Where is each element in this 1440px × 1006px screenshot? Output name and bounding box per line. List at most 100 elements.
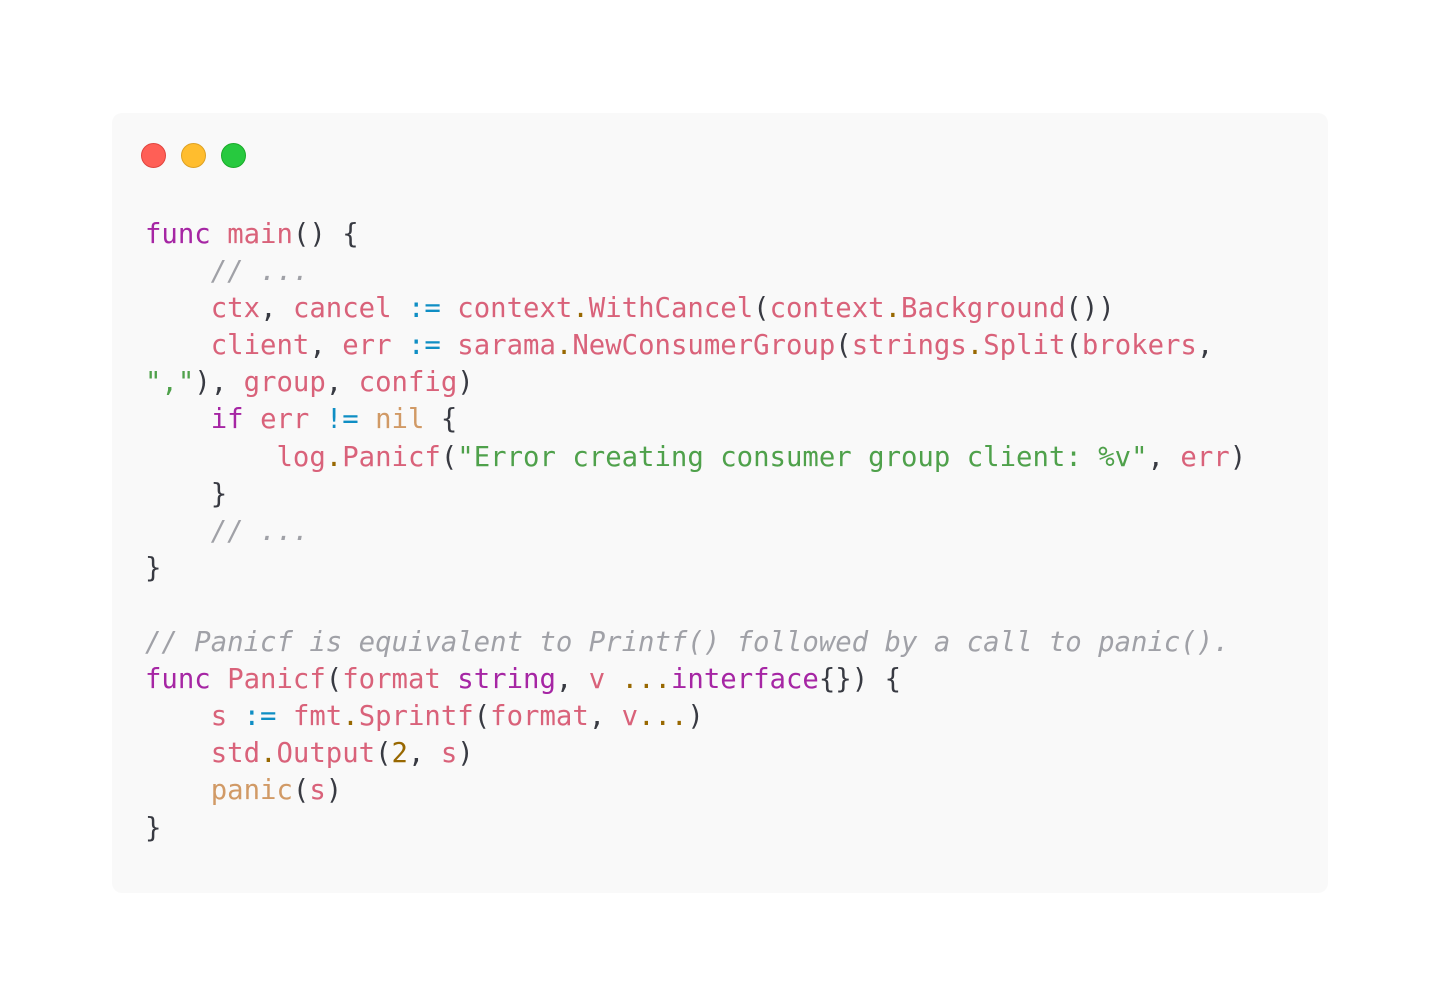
code-token: (: [375, 738, 392, 770]
code-token: ,: [407, 738, 441, 770]
code-token: v: [621, 701, 639, 733]
code-token: .: [260, 738, 277, 770]
code-token: ",": [145, 367, 195, 399]
code-token: func: [145, 664, 211, 696]
minimize-dot-icon[interactable]: [181, 143, 206, 168]
code-token: {}) {: [818, 664, 902, 696]
code-token: :=: [407, 293, 441, 325]
code-line: ","), group, config): [145, 364, 1305, 401]
code-token: .: [555, 330, 573, 362]
code-token: client: [210, 330, 310, 362]
code-token: () {: [292, 219, 359, 250]
code-line: // ...: [145, 253, 1305, 290]
code-token: brokers: [1081, 330, 1197, 362]
code-token: {: [424, 404, 458, 436]
code-token: WithCancel: [588, 293, 754, 325]
code-token: main: [227, 219, 293, 250]
code-token: ,: [309, 330, 343, 362]
code-block: func main() { // ... ctx, cancel := cont…: [145, 216, 1305, 847]
code-token: (: [1065, 330, 1082, 362]
code-token: interface: [670, 664, 819, 696]
code-token: strings: [851, 330, 967, 362]
code-line: ctx, cancel := context.WithCancel(contex…: [145, 290, 1305, 327]
code-token: }: [145, 478, 228, 510]
code-token: .: [966, 330, 984, 362]
code-token: .: [325, 441, 343, 473]
maximize-dot-icon[interactable]: [221, 143, 246, 168]
code-token: context: [769, 293, 885, 325]
code-token: "Error creating consumer group client: %…: [457, 441, 1148, 473]
code-token: err: [342, 330, 392, 362]
code-token: ): [687, 701, 704, 733]
code-token: if: [210, 404, 244, 436]
code-line: // Panicf is equivalent to Printf() foll…: [145, 624, 1305, 661]
code-token: :=: [407, 330, 441, 362]
code-token: format: [342, 664, 441, 696]
code-token: }: [145, 812, 162, 844]
code-window: func main() { // ... ctx, cancel := cont…: [112, 113, 1328, 893]
code-token: ),: [194, 367, 244, 399]
code-token: Sprintf: [358, 701, 474, 733]
code-token: ): [457, 738, 474, 770]
code-token: Panicf: [227, 664, 326, 696]
code-line: s := fmt.Sprintf(format, v...): [145, 698, 1305, 735]
code-token: .: [884, 293, 902, 325]
code-token: s: [440, 738, 458, 770]
code-token: 2: [391, 738, 408, 770]
code-line: }: [145, 550, 1305, 587]
code-token: ,: [1196, 330, 1214, 362]
code-token: ,: [325, 367, 359, 399]
code-token: // ...: [210, 515, 310, 547]
code-token: ,: [555, 664, 589, 696]
code-line: func Panicf(format string, v ...interfac…: [145, 661, 1305, 698]
code-token: (: [440, 441, 458, 473]
code-token: ): [457, 367, 474, 399]
code-line: panic(s): [145, 772, 1305, 809]
code-token: v: [588, 664, 606, 696]
code-token: Panicf: [342, 441, 441, 473]
code-token: sarama: [457, 330, 556, 362]
code-token: s: [309, 775, 326, 807]
code-token: config: [358, 367, 458, 399]
code-token: (: [292, 775, 310, 807]
code-token: ,: [588, 701, 622, 733]
code-token: err: [260, 404, 310, 436]
code-line: if err != nil {: [145, 401, 1305, 438]
code-line: client, err := sarama.NewConsumerGroup(s…: [145, 327, 1305, 364]
code-token: .: [572, 293, 589, 325]
code-token: :=: [243, 701, 277, 733]
code-token: .: [342, 701, 359, 733]
code-line: // ...: [145, 513, 1305, 550]
code-token: s: [210, 701, 228, 733]
code-line: std.Output(2, s): [145, 735, 1305, 772]
close-dot-icon[interactable]: [141, 143, 166, 168]
code-token: ): [1229, 441, 1247, 473]
code-token: (: [473, 701, 491, 733]
code-token: ,: [1147, 441, 1181, 473]
code-token: log: [276, 441, 326, 473]
code-token: // ...: [210, 256, 310, 288]
code-token: Split: [983, 330, 1066, 362]
code-token: // Panicf is equivalent to Printf() foll…: [145, 627, 1230, 659]
code-token: NewConsumerGroup: [572, 330, 836, 362]
code-token: (: [753, 293, 770, 325]
code-token: ctx: [210, 293, 261, 325]
